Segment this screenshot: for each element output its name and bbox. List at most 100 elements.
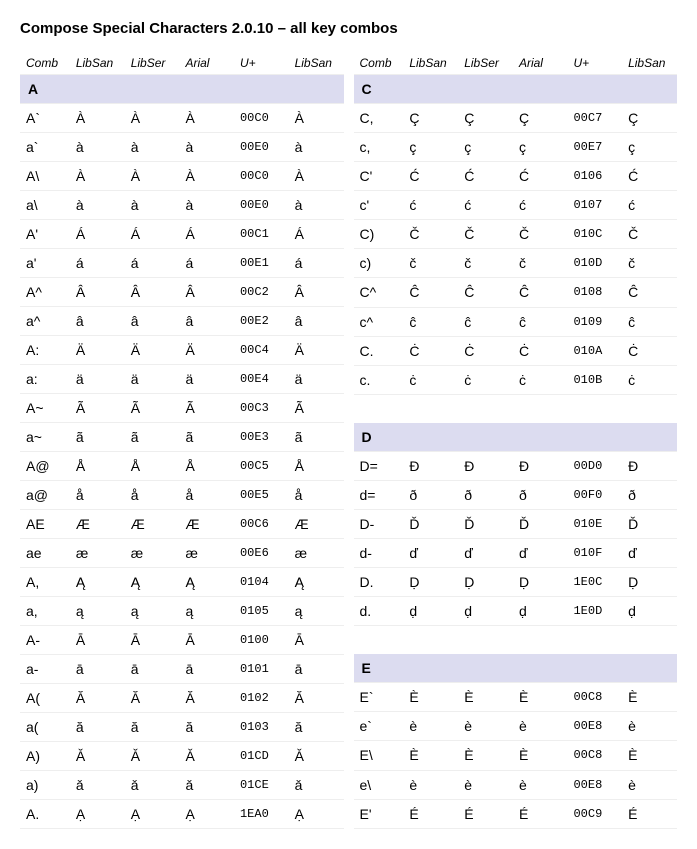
cell: ă bbox=[125, 713, 180, 742]
cell: 00E2 bbox=[234, 307, 289, 336]
table-row: C.ĊĊĊ010AĊ bbox=[354, 336, 678, 365]
cell: d- bbox=[354, 539, 404, 568]
cell: Æ bbox=[125, 510, 180, 539]
cell: Â bbox=[179, 278, 234, 307]
cell: Ċ bbox=[513, 336, 568, 365]
cell: á bbox=[70, 249, 125, 278]
cell: A. bbox=[20, 800, 70, 829]
cell: Ǎ bbox=[125, 742, 180, 771]
cell: ā bbox=[70, 655, 125, 684]
cell: 1EA0 bbox=[234, 800, 289, 829]
cell: à bbox=[289, 133, 344, 162]
cell: Ä bbox=[70, 336, 125, 365]
header-cell: LibSan bbox=[289, 52, 344, 75]
cell: 0107 bbox=[567, 191, 622, 220]
cell: ä bbox=[70, 365, 125, 394]
cell: č bbox=[513, 249, 568, 278]
cell: č bbox=[458, 249, 513, 278]
table-row: D-ĎĎĎ010EĎ bbox=[354, 509, 678, 538]
cell: à bbox=[125, 191, 180, 220]
cell: 0101 bbox=[234, 655, 289, 684]
cell: Á bbox=[70, 220, 125, 249]
cell: Å bbox=[70, 452, 125, 481]
cell: 00E5 bbox=[234, 481, 289, 510]
cell: 0102 bbox=[234, 684, 289, 713]
cell: ǎ bbox=[125, 771, 180, 800]
cell: E` bbox=[354, 683, 404, 712]
cell: Ç bbox=[513, 104, 568, 133]
cell: È bbox=[458, 741, 513, 770]
cell: ã bbox=[70, 423, 125, 452]
tables-container: Comb LibSan LibSer Arial U+ LibSan AA`ÀÀ… bbox=[20, 52, 677, 829]
cell: Đ bbox=[403, 451, 458, 480]
cell: É bbox=[622, 799, 677, 828]
cell: æ bbox=[125, 539, 180, 568]
cell: ć bbox=[403, 191, 458, 220]
table-row: C bbox=[354, 75, 678, 104]
cell: à bbox=[125, 133, 180, 162]
cell: 0106 bbox=[567, 162, 622, 191]
table-row: A-ĀĀĀ0100Ā bbox=[20, 626, 344, 655]
cell: Ď bbox=[458, 509, 513, 538]
table-row: a`ààà00E0à bbox=[20, 133, 344, 162]
cell: Æ bbox=[179, 510, 234, 539]
cell: e` bbox=[354, 712, 404, 741]
cell: A\ bbox=[20, 162, 70, 191]
cell: Ć bbox=[403, 162, 458, 191]
section-header: D bbox=[354, 423, 678, 452]
table-row: C)ČČČ010CČ bbox=[354, 220, 678, 249]
cell: ð bbox=[513, 480, 568, 509]
cell: á bbox=[179, 249, 234, 278]
cell: É bbox=[403, 799, 458, 828]
cell: Å bbox=[125, 452, 180, 481]
cell: D. bbox=[354, 568, 404, 597]
cell: Ā bbox=[289, 626, 344, 655]
cell: À bbox=[289, 162, 344, 191]
table-row: E'ÉÉÉ00C9É bbox=[354, 799, 678, 828]
cell: a, bbox=[20, 597, 70, 626]
table-row: c,ççç00E7ç bbox=[354, 133, 678, 162]
cell: Ĉ bbox=[513, 278, 568, 307]
table-row: A~ÃÃÃ00C3Ã bbox=[20, 394, 344, 423]
cell: È bbox=[513, 741, 568, 770]
cell: ĉ bbox=[403, 307, 458, 336]
table-row: e\èèè00E8è bbox=[354, 770, 678, 799]
table-row: aeæææ00E6æ bbox=[20, 539, 344, 568]
cell: C^ bbox=[354, 278, 404, 307]
left-table: Comb LibSan LibSer Arial U+ LibSan AA`ÀÀ… bbox=[20, 52, 344, 829]
cell: 00F0 bbox=[567, 480, 622, 509]
cell: â bbox=[289, 307, 344, 336]
cell: 010F bbox=[567, 539, 622, 568]
cell: a~ bbox=[20, 423, 70, 452]
cell: 010E bbox=[567, 509, 622, 538]
cell: A, bbox=[20, 568, 70, 597]
cell: 00E8 bbox=[567, 770, 622, 799]
cell: Ã bbox=[70, 394, 125, 423]
cell: 01CD bbox=[234, 742, 289, 771]
cell: ç bbox=[403, 133, 458, 162]
cell: ã bbox=[125, 423, 180, 452]
cell: æ bbox=[289, 539, 344, 568]
cell: d= bbox=[354, 480, 404, 509]
cell: Č bbox=[458, 220, 513, 249]
cell: A: bbox=[20, 336, 70, 365]
header-cell: Comb bbox=[354, 52, 404, 75]
cell: è bbox=[458, 712, 513, 741]
cell: Ạ bbox=[70, 800, 125, 829]
cell: å bbox=[125, 481, 180, 510]
cell: á bbox=[289, 249, 344, 278]
cell: À bbox=[70, 104, 125, 133]
cell: D= bbox=[354, 451, 404, 480]
cell: â bbox=[70, 307, 125, 336]
cell: c) bbox=[354, 249, 404, 278]
cell: Ạ bbox=[125, 800, 180, 829]
cell: Ă bbox=[70, 684, 125, 713]
cell: Ĉ bbox=[622, 278, 677, 307]
cell: 010D bbox=[567, 249, 622, 278]
cell: 010A bbox=[567, 336, 622, 365]
table-row: d=ððð00F0ð bbox=[354, 480, 678, 509]
cell: ď bbox=[458, 539, 513, 568]
cell: Ạ bbox=[179, 800, 234, 829]
cell: ð bbox=[403, 480, 458, 509]
cell: 00C0 bbox=[234, 104, 289, 133]
